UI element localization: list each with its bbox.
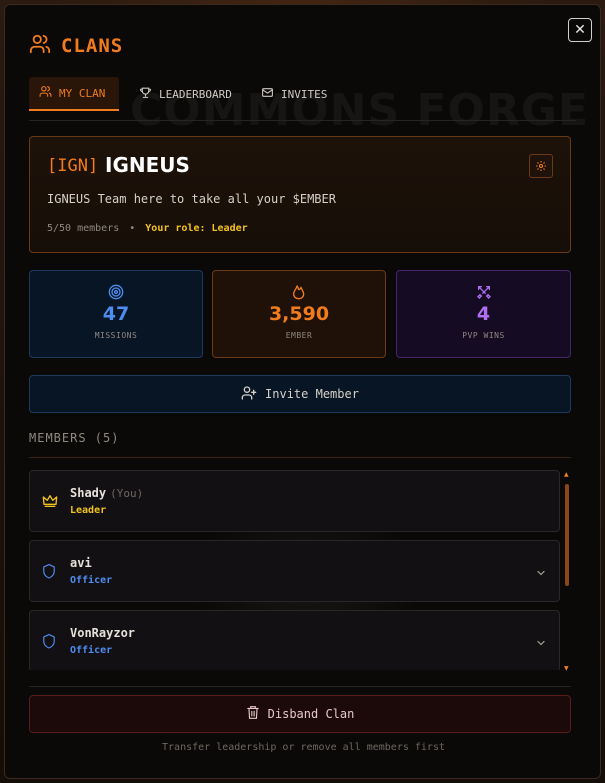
- scroll-down-arrow[interactable]: ▼: [564, 666, 569, 672]
- page-title: CLANS: [61, 35, 124, 57]
- member-row-avi[interactable]: avi Officer: [29, 540, 560, 602]
- users-icon: [39, 85, 52, 101]
- shield-icon: [42, 563, 56, 583]
- tab-label: LEADERBOARD: [159, 87, 232, 101]
- mail-icon: [261, 86, 274, 102]
- shield-icon: [42, 633, 56, 653]
- disband-hint: Transfer leadership or remove all member…: [162, 742, 445, 753]
- invite-member-button[interactable]: Invite Member: [29, 375, 571, 413]
- missions-label: MISSIONS: [94, 331, 138, 340]
- stat-pvp-wins: 4 PVP WINS: [396, 270, 571, 358]
- members-divider: [29, 457, 571, 458]
- tab-label: INVITES: [281, 87, 328, 101]
- ember-label: EMBER: [285, 331, 313, 340]
- modal-header: CLANS: [29, 33, 123, 59]
- you-indicator: (You): [110, 487, 144, 500]
- close-icon: ✕: [574, 22, 586, 38]
- members-heading: MEMBERS (5): [29, 431, 120, 445]
- member-row-vonrayzor[interactable]: VonRayzor Officer: [29, 610, 560, 670]
- tab-invites[interactable]: INVITES: [251, 77, 337, 111]
- member-role: Officer: [70, 645, 113, 656]
- clan-settings-button[interactable]: [529, 154, 553, 178]
- member-name: Shady: [70, 486, 107, 500]
- crown-icon: [42, 493, 58, 512]
- footer-divider: [29, 686, 571, 687]
- disband-clan-button[interactable]: Disband Clan: [29, 695, 571, 733]
- gear-icon: [535, 157, 547, 176]
- disband-clan-label: Disband Clan: [267, 707, 355, 721]
- clan-meta: 5/50 members • Your role: Leader: [47, 223, 248, 234]
- tab-leaderboard[interactable]: LEADERBOARD: [129, 77, 242, 111]
- member-role: Leader: [70, 505, 107, 516]
- member-name-row: Shady (You): [70, 486, 143, 500]
- stat-missions: 47 MISSIONS: [29, 270, 203, 358]
- clan-name: IGNEUS: [105, 153, 190, 177]
- clan-tag: [IGN]: [47, 156, 99, 176]
- members-list[interactable]: Shady (You) Leader avi Officer VonRayzor …: [29, 470, 562, 670]
- scroll-thumb[interactable]: [565, 484, 569, 586]
- tab-bar: MY CLAN LEADERBOARD INVITES: [29, 77, 576, 121]
- trophy-icon: [139, 86, 152, 102]
- meta-separator: •: [129, 223, 136, 234]
- member-name: avi: [70, 556, 92, 570]
- members-count: 5/50 members: [47, 223, 120, 234]
- tab-my-clan[interactable]: MY CLAN: [29, 77, 119, 111]
- flame-icon: [291, 284, 307, 300]
- swords-icon: [476, 284, 492, 300]
- target-icon: [108, 284, 124, 300]
- member-name: VonRayzor: [70, 626, 136, 640]
- invite-member-label: Invite Member: [265, 387, 359, 401]
- clans-modal: COMMONS FORGE ✕ CLANS MY CLAN LEADERBOAR…: [4, 4, 601, 779]
- stat-ember: 3,590 EMBER: [212, 270, 386, 358]
- users-icon: [29, 33, 51, 59]
- clan-description: IGNEUS Team here to take all your $EMBER: [47, 192, 336, 206]
- member-role: Officer: [70, 575, 113, 586]
- trash-icon: [246, 705, 260, 723]
- chevron-down-icon[interactable]: [535, 564, 547, 583]
- scroll-up-arrow[interactable]: ▲: [564, 472, 569, 478]
- member-row-shady[interactable]: Shady (You) Leader: [29, 470, 560, 532]
- pvp-value: 4: [476, 303, 491, 325]
- user-role: Your role: Leader: [145, 223, 248, 234]
- user-plus-icon: [241, 385, 257, 404]
- chevron-down-icon[interactable]: [535, 634, 547, 653]
- ember-value: 3,590: [268, 303, 330, 325]
- tab-label: MY CLAN: [59, 86, 106, 100]
- close-button[interactable]: ✕: [568, 18, 592, 42]
- members-scrollbar[interactable]: ▲ ▼: [564, 472, 570, 672]
- pvp-label: PVP WINS: [462, 331, 505, 340]
- clan-info-card: [IGN] IGNEUS IGNEUS Team here to take al…: [29, 136, 571, 253]
- missions-value: 47: [102, 303, 130, 325]
